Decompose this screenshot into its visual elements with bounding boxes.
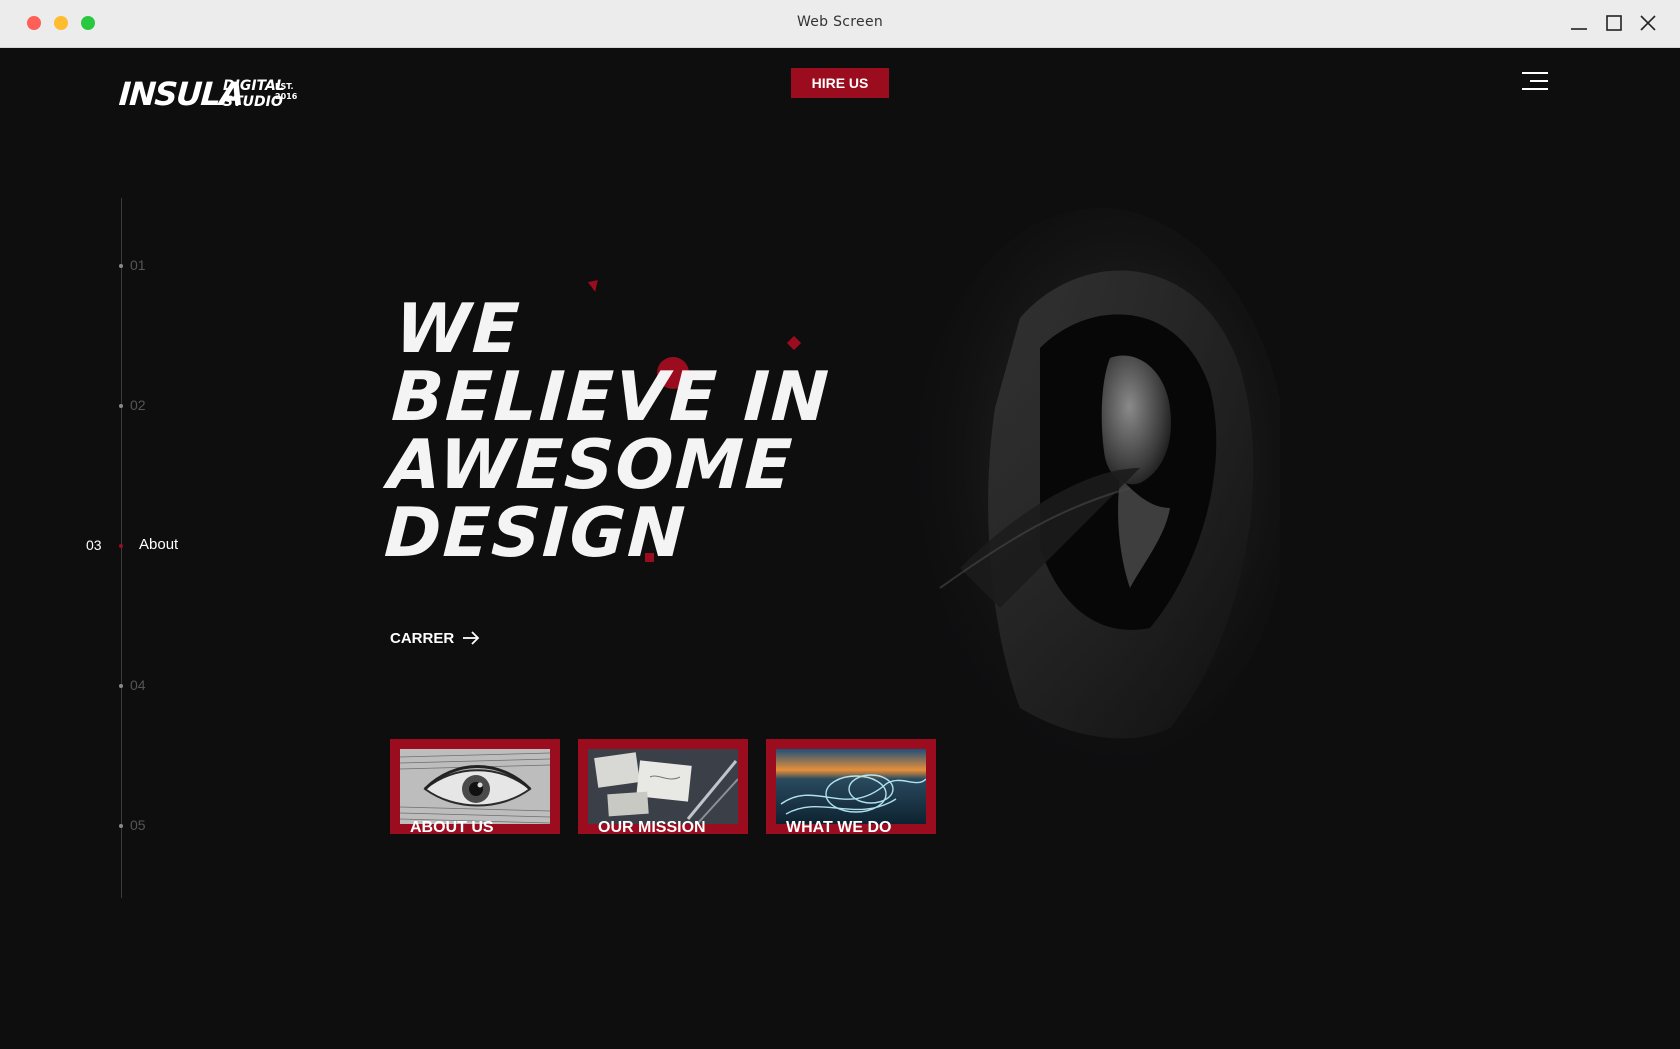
light-trails-image (776, 749, 926, 824)
sidenav-number: 03 (86, 537, 102, 553)
window-title: Web Screen (796, 14, 884, 30)
sidenav-item-02[interactable]: 02 (60, 396, 200, 416)
sidenav-item-01[interactable]: 01 (60, 256, 200, 276)
sidenav-dot (119, 264, 123, 268)
hamburger-line (1530, 80, 1548, 82)
sidenav-item-about[interactable]: 03 About (60, 536, 200, 556)
arrow-right-icon (463, 631, 480, 645)
logo[interactable]: INSULA DIGITAL STUDIO EST. 2016 (118, 74, 299, 114)
our-mission-label: OUR MISSION (598, 819, 706, 836)
eye-engraving-image (400, 749, 550, 824)
close-icon[interactable] (1637, 12, 1659, 34)
sidenav-number: 04 (130, 677, 146, 693)
sidenav-dot (119, 824, 123, 828)
page: INSULA DIGITAL STUDIO EST. 2016 HIRE US … (0, 48, 1680, 1049)
accent-triangle (587, 280, 601, 293)
headline-line: BELIEVE IN (389, 358, 833, 437)
headline-line: AWESOME (386, 426, 796, 505)
what-we-do-label: WHAT WE DO (786, 819, 892, 836)
maximize-icon[interactable] (1603, 12, 1625, 34)
hooded-figure-image (910, 208, 1280, 768)
career-link[interactable]: CARRER (390, 628, 480, 648)
accent-diamond (786, 335, 802, 351)
stationery-desk-image (588, 749, 738, 824)
logo-established: EST. 2016 (275, 82, 298, 101)
about-us-label: ABOUT US (410, 819, 494, 836)
sidenav-item-04[interactable]: 04 (60, 676, 200, 696)
sidenav-number: 02 (130, 397, 146, 413)
career-label: CARRER (390, 629, 455, 647)
hamburger-menu-icon[interactable] (1522, 72, 1548, 92)
sidenav-dot (119, 404, 123, 408)
hamburger-line (1522, 72, 1548, 74)
logo-subtitle: DIGITAL STUDIO (223, 78, 285, 110)
what-we-do-card[interactable]: WHAT WE DO (766, 739, 936, 849)
sidenav-dot (119, 544, 123, 548)
hamburger-line (1522, 88, 1548, 90)
sidenav-dot (119, 684, 123, 688)
sidenav-item-05[interactable]: 05 (60, 816, 200, 836)
sidenav-label: About (139, 536, 179, 553)
about-us-card[interactable]: ABOUT US (390, 739, 560, 849)
headline-line: DESIGN (382, 494, 689, 573)
sidenav-number: 01 (130, 257, 146, 273)
headline-line: WE (393, 290, 523, 369)
minimize-icon[interactable] (1568, 12, 1590, 34)
hire-us-button[interactable]: HIRE US (791, 68, 889, 98)
our-mission-card[interactable]: OUR MISSION (578, 739, 748, 849)
sidenav-number: 05 (130, 817, 146, 833)
hero-headline: WE BELIEVE IN AWESOME DESIGN (382, 290, 833, 573)
window-titlebar: Web Screen (0, 0, 1680, 48)
